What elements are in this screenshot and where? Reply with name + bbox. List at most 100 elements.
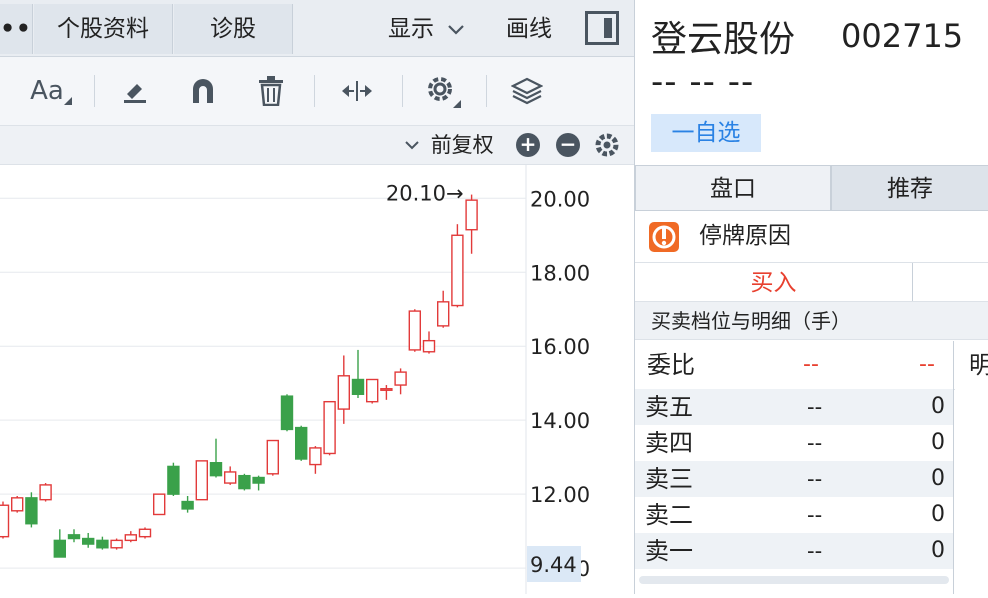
- candle-up: [394, 371, 407, 386]
- remove-watchlist-button[interactable]: 一自选: [651, 114, 761, 152]
- candle-down: [67, 534, 81, 540]
- ask-level-label: 卖三: [645, 465, 693, 493]
- magnet-icon[interactable]: [178, 57, 228, 125]
- text-style-icon[interactable]: Aa: [26, 57, 76, 125]
- ask-volume: 0: [931, 466, 945, 491]
- candle-down: [238, 474, 251, 490]
- y-tick-label: 16.00: [530, 335, 590, 359]
- ask-volume: 0: [931, 502, 945, 527]
- candle-up: [366, 378, 379, 403]
- candle-down: [252, 476, 265, 484]
- ask-level-label: 卖一: [645, 537, 693, 565]
- drawing-toolbar: Aa: [0, 57, 634, 126]
- candle-down: [295, 426, 308, 460]
- top-tab-bar: •• 个股资料 诊股 显示 画线: [0, 0, 634, 57]
- y-tick-label: 12.00: [530, 483, 590, 507]
- candle-up: [138, 528, 152, 538]
- trade-row: 买入: [635, 263, 988, 302]
- candle-up: [309, 447, 322, 466]
- settings-gear-icon[interactable]: [418, 57, 468, 125]
- ask-row-2: 卖二 -- 0: [635, 497, 953, 533]
- ask-volume: 0: [931, 538, 945, 563]
- y-tick-label: 14.00: [530, 409, 590, 433]
- candle-up: [195, 460, 209, 501]
- candle-down: [280, 395, 294, 431]
- stock-price: -- -- --: [651, 62, 755, 102]
- y-tick-label: 20.00: [530, 187, 590, 211]
- chevron-down-icon: [448, 24, 465, 35]
- ask-price: --: [807, 503, 823, 527]
- horizontal-resize-icon[interactable]: [332, 57, 382, 125]
- stock-name: 登云股份: [651, 19, 796, 60]
- ask-level-label: 卖二: [645, 501, 693, 529]
- tab-diagnose[interactable]: 诊股: [174, 4, 293, 54]
- zoom-in-icon[interactable]: +: [516, 133, 540, 157]
- depth-section-title: 买卖档位与明细（手）: [635, 302, 988, 340]
- buy-button[interactable]: 买入: [635, 263, 913, 301]
- more-menu-button[interactable]: ••: [0, 4, 33, 54]
- candle-up: [380, 388, 393, 391]
- tab-recommend[interactable]: 推荐: [831, 165, 988, 211]
- chart-subbar: 前复权 + −: [0, 126, 634, 165]
- display-label: 显示: [388, 16, 434, 42]
- display-dropdown[interactable]: 显示: [388, 4, 480, 54]
- ask-price: --: [807, 467, 823, 491]
- candle-down: [81, 537, 95, 545]
- candle-up: [223, 471, 237, 484]
- candle-up: [422, 339, 436, 353]
- zoom-out-icon[interactable]: −: [556, 133, 580, 157]
- panel-toggle-icon[interactable]: [585, 11, 619, 45]
- ask-level-label: 卖四: [645, 429, 693, 457]
- text-style-label: Aa: [30, 76, 64, 106]
- candle-down: [53, 539, 66, 558]
- layers-icon[interactable]: [502, 57, 552, 125]
- candlestick-chart[interactable]: 20.0018.0016.0014.0012.0010.0020.10→9.44: [0, 165, 634, 594]
- order-diff-value: --: [919, 352, 935, 377]
- halt-reason-icon: [649, 222, 679, 252]
- candle-down: [181, 500, 194, 510]
- ask-price: --: [807, 395, 823, 419]
- price-adjust-label: 前复权: [430, 133, 494, 157]
- candle-up: [437, 301, 450, 327]
- chart-canvas[interactable]: 20.0018.0016.0014.0012.0010.0020.10→9.44: [0, 165, 634, 594]
- candle-up: [323, 400, 336, 455]
- chevron-down-icon: [405, 141, 419, 150]
- chart-settings-gear-icon[interactable]: [594, 132, 620, 162]
- halt-reason-label: 停牌原因: [699, 223, 791, 249]
- candle-up: [124, 534, 138, 542]
- candle-down: [351, 378, 365, 395]
- candle-down: [25, 497, 38, 525]
- current-price-label: 9.44: [530, 553, 577, 577]
- trash-icon[interactable]: [246, 57, 296, 125]
- candle-up: [0, 504, 10, 538]
- eraser-icon[interactable]: [110, 57, 160, 125]
- tab-stock-profile[interactable]: 个股资料: [34, 4, 173, 54]
- candle-up: [408, 310, 421, 351]
- ask-row-3: 卖三 -- 0: [635, 461, 953, 497]
- candle-down: [96, 539, 109, 549]
- draw-line-button[interactable]: 画线: [506, 4, 562, 54]
- candle-up: [39, 484, 52, 501]
- price-adjust-dropdown[interactable]: 前复权: [404, 126, 494, 164]
- tab-order-book[interactable]: 盘口: [635, 165, 831, 211]
- halt-reason-row[interactable]: 停牌原因: [635, 212, 988, 263]
- candle-up: [152, 493, 166, 516]
- ask-level-label: 卖五: [645, 393, 693, 421]
- ask-price: --: [807, 539, 823, 563]
- candle-up: [465, 199, 478, 231]
- ask-price: --: [807, 431, 823, 455]
- candle-up: [10, 497, 24, 512]
- candle-up: [266, 439, 279, 475]
- column-divider: [953, 341, 954, 594]
- quote-panel: 登云股份 002715 -- -- -- 一自选 盘口 推荐 停牌原因 买入 买…: [634, 0, 988, 594]
- stock-code: 002715: [841, 17, 964, 55]
- horizontal-scrollbar[interactable]: [639, 576, 949, 584]
- max-price-marker: 20.10→: [386, 182, 464, 206]
- order-ratio-label: 委比: [647, 351, 695, 379]
- candle-down: [209, 462, 223, 477]
- ask-row-5: 卖五 -- 0: [635, 389, 953, 425]
- ask-row-1: 卖一 -- 0: [635, 533, 953, 569]
- trade-detail-header: 明: [969, 351, 988, 379]
- ask-row-4: 卖四 -- 0: [635, 425, 953, 461]
- candle-down: [167, 465, 180, 495]
